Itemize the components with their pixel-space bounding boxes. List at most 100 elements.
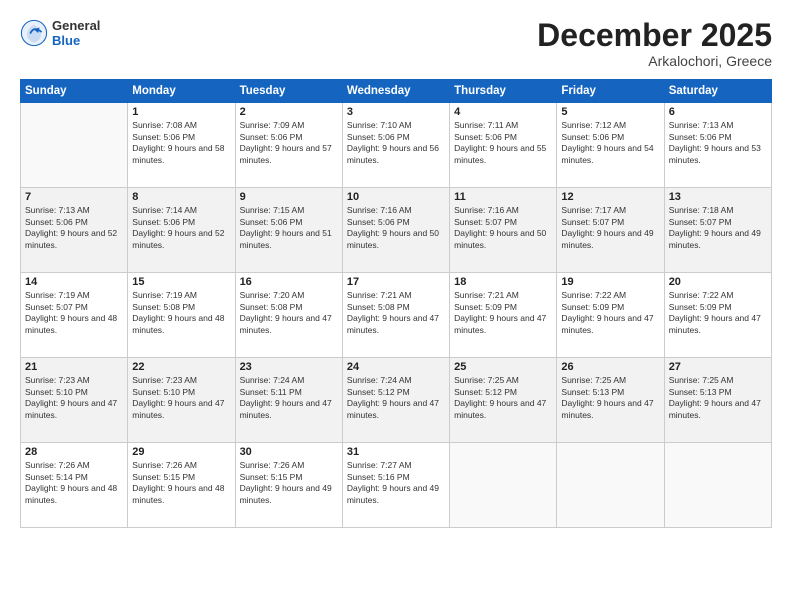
day-info: Sunrise: 7:25 AM Sunset: 5:13 PM Dayligh… bbox=[669, 375, 767, 421]
day-number: 3 bbox=[347, 106, 445, 118]
col-header-saturday: Saturday bbox=[664, 80, 771, 103]
day-cell: 6 Sunrise: 7:13 AM Sunset: 5:06 PM Daylig… bbox=[664, 103, 771, 188]
day-info: Sunrise: 7:23 AM Sunset: 5:10 PM Dayligh… bbox=[132, 375, 230, 421]
day-cell: 7Sunrise: 7:13 AM Sunset: 5:06 PM Daylig… bbox=[21, 188, 128, 273]
day-cell: 23Sunrise: 7:24 AM Sunset: 5:11 PM Dayli… bbox=[235, 358, 342, 443]
day-info: Sunrise: 7:09 AM Sunset: 5:06 PM Dayligh… bbox=[240, 120, 338, 166]
header: General Blue December 2025 Arkalochori, … bbox=[20, 18, 772, 69]
day-number: 27 bbox=[669, 361, 767, 373]
day-cell: 22 Sunrise: 7:23 AM Sunset: 5:10 PM Dayli… bbox=[128, 358, 235, 443]
logo-text: General Blue bbox=[52, 18, 100, 48]
day-cell: 3 Sunrise: 7:10 AM Sunset: 5:06 PM Daylig… bbox=[342, 103, 449, 188]
day-cell bbox=[21, 103, 128, 188]
day-info: Sunrise: 7:22 AM Sunset: 5:09 PM Dayligh… bbox=[669, 290, 767, 336]
day-cell: 24 Sunrise: 7:24 AM Sunset: 5:12 PM Dayli… bbox=[342, 358, 449, 443]
col-header-tuesday: Tuesday bbox=[235, 80, 342, 103]
day-number: 22 bbox=[132, 361, 230, 373]
day-number: 12 bbox=[561, 191, 659, 203]
week-row-2: 7Sunrise: 7:13 AM Sunset: 5:06 PM Daylig… bbox=[21, 188, 772, 273]
day-cell: 9 Sunrise: 7:15 AM Sunset: 5:06 PM Daylig… bbox=[235, 188, 342, 273]
logo-general-text: General bbox=[52, 18, 100, 33]
logo-blue-text: Blue bbox=[52, 33, 100, 48]
day-number: 16 bbox=[240, 276, 338, 288]
day-cell: 29 Sunrise: 7:26 AM Sunset: 5:15 PM Dayli… bbox=[128, 443, 235, 528]
day-cell bbox=[557, 443, 664, 528]
day-info: Sunrise: 7:08 AM Sunset: 5:06 PM Dayligh… bbox=[132, 120, 230, 166]
day-number: 13 bbox=[669, 191, 767, 203]
day-cell bbox=[664, 443, 771, 528]
day-number: 30 bbox=[240, 446, 338, 458]
day-cell: 10 Sunrise: 7:16 AM Sunset: 5:06 PM Dayli… bbox=[342, 188, 449, 273]
day-info: Sunrise: 7:25 AM Sunset: 5:13 PM Dayligh… bbox=[561, 375, 659, 421]
day-number: 31 bbox=[347, 446, 445, 458]
day-cell: 12Sunrise: 7:17 AM Sunset: 5:07 PM Dayli… bbox=[557, 188, 664, 273]
day-cell: 17 Sunrise: 7:21 AM Sunset: 5:08 PM Dayli… bbox=[342, 273, 449, 358]
day-number: 11 bbox=[454, 191, 552, 203]
day-info: Sunrise: 7:21 AM Sunset: 5:09 PM Dayligh… bbox=[454, 290, 552, 336]
col-header-monday: Monday bbox=[128, 80, 235, 103]
day-info: Sunrise: 7:27 AM Sunset: 5:16 PM Dayligh… bbox=[347, 460, 445, 506]
day-number: 29 bbox=[132, 446, 230, 458]
day-cell: 2 Sunrise: 7:09 AM Sunset: 5:06 PM Daylig… bbox=[235, 103, 342, 188]
logo-icon bbox=[20, 19, 48, 47]
day-cell: 19 Sunrise: 7:22 AM Sunset: 5:09 PM Dayli… bbox=[557, 273, 664, 358]
day-number: 15 bbox=[132, 276, 230, 288]
day-cell: 13 Sunrise: 7:18 AM Sunset: 5:07 PM Dayli… bbox=[664, 188, 771, 273]
day-info: Sunrise: 7:10 AM Sunset: 5:06 PM Dayligh… bbox=[347, 120, 445, 166]
day-number: 17 bbox=[347, 276, 445, 288]
day-info: Sunrise: 7:18 AM Sunset: 5:07 PM Dayligh… bbox=[669, 205, 767, 251]
day-info: Sunrise: 7:19 AM Sunset: 5:07 PM Dayligh… bbox=[25, 290, 123, 336]
day-cell: 21Sunrise: 7:23 AM Sunset: 5:10 PM Dayli… bbox=[21, 358, 128, 443]
calendar-table: SundayMondayTuesdayWednesdayThursdayFrid… bbox=[20, 79, 772, 528]
day-number: 19 bbox=[561, 276, 659, 288]
day-number: 1 bbox=[132, 106, 230, 118]
day-info: Sunrise: 7:20 AM Sunset: 5:08 PM Dayligh… bbox=[240, 290, 338, 336]
day-info: Sunrise: 7:19 AM Sunset: 5:08 PM Dayligh… bbox=[132, 290, 230, 336]
day-info: Sunrise: 7:26 AM Sunset: 5:15 PM Dayligh… bbox=[132, 460, 230, 506]
day-cell: 31 Sunrise: 7:27 AM Sunset: 5:16 PM Dayli… bbox=[342, 443, 449, 528]
day-number: 20 bbox=[669, 276, 767, 288]
day-cell: 15 Sunrise: 7:19 AM Sunset: 5:08 PM Dayli… bbox=[128, 273, 235, 358]
day-cell: 5Sunrise: 7:12 AM Sunset: 5:06 PM Daylig… bbox=[557, 103, 664, 188]
day-cell: 1 Sunrise: 7:08 AM Sunset: 5:06 PM Daylig… bbox=[128, 103, 235, 188]
day-info: Sunrise: 7:24 AM Sunset: 5:12 PM Dayligh… bbox=[347, 375, 445, 421]
day-info: Sunrise: 7:15 AM Sunset: 5:06 PM Dayligh… bbox=[240, 205, 338, 251]
day-info: Sunrise: 7:16 AM Sunset: 5:06 PM Dayligh… bbox=[347, 205, 445, 251]
day-cell: 14 Sunrise: 7:19 AM Sunset: 5:07 PM Dayli… bbox=[21, 273, 128, 358]
calendar-page: General Blue December 2025 Arkalochori, … bbox=[0, 0, 792, 612]
day-cell: 8 Sunrise: 7:14 AM Sunset: 5:06 PM Daylig… bbox=[128, 188, 235, 273]
title-area: December 2025 Arkalochori, Greece bbox=[537, 18, 772, 69]
logo: General Blue bbox=[20, 18, 100, 48]
day-info: Sunrise: 7:26 AM Sunset: 5:15 PM Dayligh… bbox=[240, 460, 338, 506]
day-info: Sunrise: 7:23 AM Sunset: 5:10 PM Dayligh… bbox=[25, 375, 123, 421]
week-row-3: 14 Sunrise: 7:19 AM Sunset: 5:07 PM Dayli… bbox=[21, 273, 772, 358]
day-info: Sunrise: 7:13 AM Sunset: 5:06 PM Dayligh… bbox=[25, 205, 123, 251]
day-info: Sunrise: 7:14 AM Sunset: 5:06 PM Dayligh… bbox=[132, 205, 230, 251]
day-number: 4 bbox=[454, 106, 552, 118]
day-cell: 4 Sunrise: 7:11 AM Sunset: 5:06 PM Daylig… bbox=[450, 103, 557, 188]
location: Arkalochori, Greece bbox=[537, 53, 772, 69]
day-cell: 11 Sunrise: 7:16 AM Sunset: 5:07 PM Dayli… bbox=[450, 188, 557, 273]
day-cell: 20 Sunrise: 7:22 AM Sunset: 5:09 PM Dayli… bbox=[664, 273, 771, 358]
day-number: 25 bbox=[454, 361, 552, 373]
day-number: 6 bbox=[669, 106, 767, 118]
day-number: 24 bbox=[347, 361, 445, 373]
day-info: Sunrise: 7:21 AM Sunset: 5:08 PM Dayligh… bbox=[347, 290, 445, 336]
day-cell: 27 Sunrise: 7:25 AM Sunset: 5:13 PM Dayli… bbox=[664, 358, 771, 443]
day-cell: 26Sunrise: 7:25 AM Sunset: 5:13 PM Dayli… bbox=[557, 358, 664, 443]
day-number: 2 bbox=[240, 106, 338, 118]
day-info: Sunrise: 7:16 AM Sunset: 5:07 PM Dayligh… bbox=[454, 205, 552, 251]
day-info: Sunrise: 7:25 AM Sunset: 5:12 PM Dayligh… bbox=[454, 375, 552, 421]
day-info: Sunrise: 7:22 AM Sunset: 5:09 PM Dayligh… bbox=[561, 290, 659, 336]
day-number: 9 bbox=[240, 191, 338, 203]
header-row: SundayMondayTuesdayWednesdayThursdayFrid… bbox=[21, 80, 772, 103]
day-number: 28 bbox=[25, 446, 123, 458]
day-number: 14 bbox=[25, 276, 123, 288]
col-header-friday: Friday bbox=[557, 80, 664, 103]
day-info: Sunrise: 7:13 AM Sunset: 5:06 PM Dayligh… bbox=[669, 120, 767, 166]
month-title: December 2025 bbox=[537, 18, 772, 53]
day-info: Sunrise: 7:11 AM Sunset: 5:06 PM Dayligh… bbox=[454, 120, 552, 166]
day-number: 8 bbox=[132, 191, 230, 203]
day-number: 10 bbox=[347, 191, 445, 203]
day-number: 5 bbox=[561, 106, 659, 118]
